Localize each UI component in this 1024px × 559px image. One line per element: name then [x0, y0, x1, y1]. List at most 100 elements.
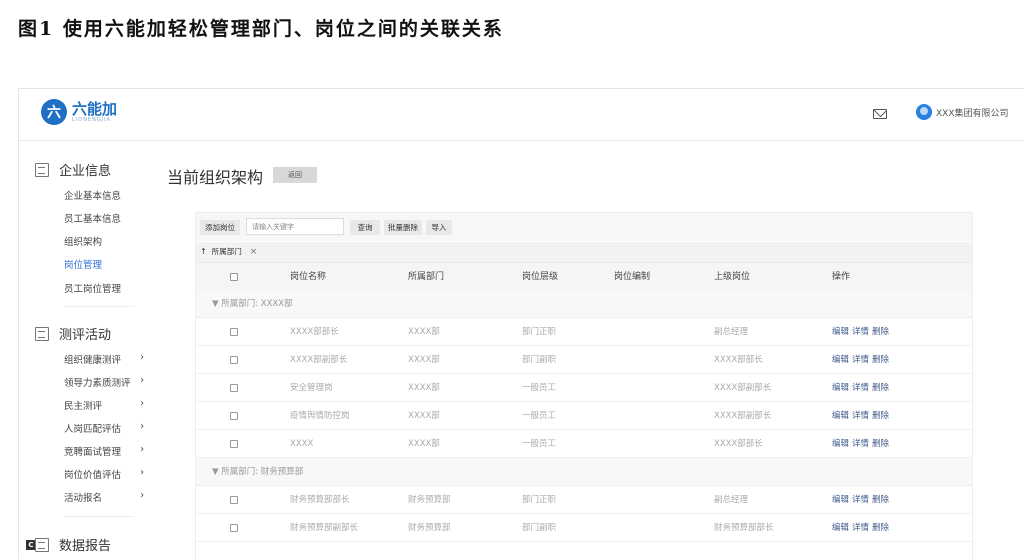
group-row[interactable]: ▼ 所属部门: XXXX部: [196, 290, 972, 318]
sidebar-section-reports[interactable]: 数据报告: [35, 535, 111, 554]
table-row[interactable]: 安全管理岗 XXXX部 一般员工 XXXX部副部长 编辑 详情 删除: [196, 374, 972, 402]
sidebar-item-enterprise-basic[interactable]: 企业基本信息: [64, 188, 144, 202]
sidebar-item-label: 领导力素质测评: [64, 378, 131, 389]
row-actions: 编辑 详情 删除: [832, 430, 892, 458]
delete-link[interactable]: 删除: [872, 355, 889, 365]
table-row[interactable]: 财务预算部部长 财务预算部 部门正职 副总经理 编辑 详情 删除: [196, 486, 972, 514]
chevron-right-icon: ›: [140, 398, 144, 409]
delete-link[interactable]: 删除: [872, 383, 889, 393]
group-chip-label: 所属部门: [211, 247, 242, 256]
sidebar-item-employee-position[interactable]: 员工岗位管理: [64, 281, 144, 295]
sidebar-item-org-structure[interactable]: 组织架构: [64, 234, 144, 248]
sidebar-item-position-management[interactable]: 岗位管理: [64, 257, 144, 271]
position-table-panel: 添加岗位 请输入关键字 查询 批量删除 导入 ↑ 所属部门 × 岗位名称 所属部…: [195, 212, 973, 559]
sidebar-item-democratic[interactable]: 民主测评 ›: [64, 398, 144, 412]
header-level[interactable]: 岗位层级: [522, 263, 558, 291]
header-position-name[interactable]: 岗位名称: [290, 263, 326, 291]
user-menu[interactable]: XXX集团有限公司: [916, 104, 1009, 120]
edit-link[interactable]: 编辑: [832, 495, 849, 505]
chevron-right-icon: ›: [140, 444, 144, 455]
header-actions: 操作: [832, 272, 851, 282]
cell-parent-position: XXXX部副部长: [714, 411, 772, 421]
header-quota[interactable]: 岗位编制: [614, 263, 650, 291]
row-checkbox[interactable]: [230, 356, 238, 364]
delete-link[interactable]: 删除: [872, 495, 889, 505]
sidebar-item-label: 企业基本信息: [64, 191, 122, 202]
cell-position-name: XXXX部副部长: [290, 355, 348, 365]
edit-link[interactable]: 编辑: [832, 523, 849, 533]
sidebar-item-label: 岗位价值评估: [64, 470, 122, 481]
cell-level: 一般员工: [522, 411, 557, 421]
cell-level: 部门副职: [522, 355, 557, 365]
row-actions: 编辑 详情 删除: [832, 318, 892, 346]
batch-delete-button[interactable]: 批量删除: [384, 220, 422, 235]
sidebar-item-employee-basic[interactable]: 员工基本信息: [64, 211, 144, 225]
row-checkbox[interactable]: [230, 328, 238, 336]
cell-position-name: 财务预算部副部长: [290, 523, 359, 533]
row-checkbox[interactable]: [230, 384, 238, 392]
logo-mark-icon: 六: [41, 99, 67, 125]
sidebar-item-label: 民主测评: [64, 401, 103, 412]
cell-parent-position: XXXX部副部长: [714, 383, 772, 393]
import-button[interactable]: 导入: [426, 220, 452, 235]
edit-link[interactable]: 编辑: [832, 439, 849, 449]
edit-link[interactable]: 编辑: [832, 411, 849, 421]
edit-link[interactable]: 编辑: [832, 355, 849, 365]
sidebar-item-position-value[interactable]: 岗位价值评估 ›: [64, 467, 144, 481]
cell-position-name: XXXX: [290, 439, 314, 449]
detail-link[interactable]: 详情: [852, 495, 869, 505]
detail-link[interactable]: 详情: [852, 523, 869, 533]
delete-link[interactable]: 删除: [872, 523, 889, 533]
detail-link[interactable]: 详情: [852, 411, 869, 421]
logo[interactable]: 六 六能加 LIONENGJIA: [41, 99, 117, 125]
group-chip[interactable]: ↑ 所属部门 ×: [200, 246, 257, 257]
delete-link[interactable]: 删除: [872, 439, 889, 449]
logo-subtitle: LIONENGJIA: [72, 116, 112, 123]
table-row[interactable]: 疫情舆情防控岗 XXXX部 一般员工 XXXX部副部长 编辑 详情 删除: [196, 402, 972, 430]
cell-level: 一般员工: [522, 383, 557, 393]
edit-link[interactable]: 编辑: [832, 327, 849, 337]
delete-link[interactable]: 删除: [872, 327, 889, 337]
detail-link[interactable]: 详情: [852, 439, 869, 449]
clipboard-icon: [35, 326, 49, 341]
cell-department: 财务预算部: [408, 523, 451, 533]
detail-link[interactable]: 详情: [852, 327, 869, 337]
sidebar-item-org-health[interactable]: 组织健康测评 ›: [64, 352, 144, 366]
header-department[interactable]: 所属部门: [408, 263, 444, 291]
sidebar-section-enterprise[interactable]: 企业信息: [35, 160, 111, 179]
logo-name: 六能加: [72, 99, 118, 118]
row-checkbox[interactable]: [230, 496, 238, 504]
row-checkbox[interactable]: [230, 524, 238, 532]
app-window: 六 六能加 LIONENGJIA XXX集团有限公司 企业信息 企业基本信息 员…: [18, 88, 1024, 559]
sidebar-item-label: 员工岗位管理: [64, 284, 122, 295]
sidebar-item-label: 竞聘面试管理: [64, 447, 122, 458]
cell-parent-position: XXXX部部长: [714, 355, 763, 365]
cell-level: 部门正职: [522, 495, 557, 505]
sidebar-section-evaluation[interactable]: 测评活动: [35, 324, 111, 343]
sidebar-item-person-job-match[interactable]: 人岗匹配评估 ›: [64, 421, 144, 435]
cell-level: 部门正职: [522, 327, 557, 337]
header-parent-position[interactable]: 上级岗位: [714, 263, 750, 291]
group-row-label: ▼ 所属部门: XXXX部: [212, 299, 293, 309]
add-position-button[interactable]: 添加岗位: [200, 220, 240, 235]
mail-icon[interactable]: [873, 109, 887, 119]
query-button[interactable]: 查询: [350, 220, 380, 235]
row-checkbox[interactable]: [230, 440, 238, 448]
search-input[interactable]: 请输入关键字: [246, 218, 344, 235]
row-checkbox[interactable]: [230, 412, 238, 420]
back-button[interactable]: 返回: [273, 167, 317, 183]
detail-link[interactable]: 详情: [852, 355, 869, 365]
detail-link[interactable]: 详情: [852, 383, 869, 393]
table-row[interactable]: XXXX XXXX部 一般员工 XXXX部部长 编辑 详情 删除: [196, 430, 972, 458]
close-icon[interactable]: ×: [250, 247, 258, 257]
table-row[interactable]: XXXX部部长 XXXX部 部门正职 副总经理 编辑 详情 删除: [196, 318, 972, 346]
edit-link[interactable]: 编辑: [832, 383, 849, 393]
table-row[interactable]: 财务预算部副部长 财务预算部 部门副职 财务预算部部长 编辑 详情 删除: [196, 514, 972, 542]
select-all-checkbox[interactable]: [230, 273, 238, 281]
sidebar-item-leadership[interactable]: 领导力素质测评 ›: [64, 375, 144, 389]
delete-link[interactable]: 删除: [872, 411, 889, 421]
sidebar-item-interview[interactable]: 竞聘面试管理 ›: [64, 444, 144, 458]
table-row[interactable]: XXXX部副部长 XXXX部 部门副职 XXXX部部长 编辑 详情 删除: [196, 346, 972, 374]
group-row[interactable]: ▼ 所属部门: 财务预算部: [196, 458, 972, 486]
sidebar-item-registration[interactable]: 活动报名 ›: [64, 490, 144, 504]
